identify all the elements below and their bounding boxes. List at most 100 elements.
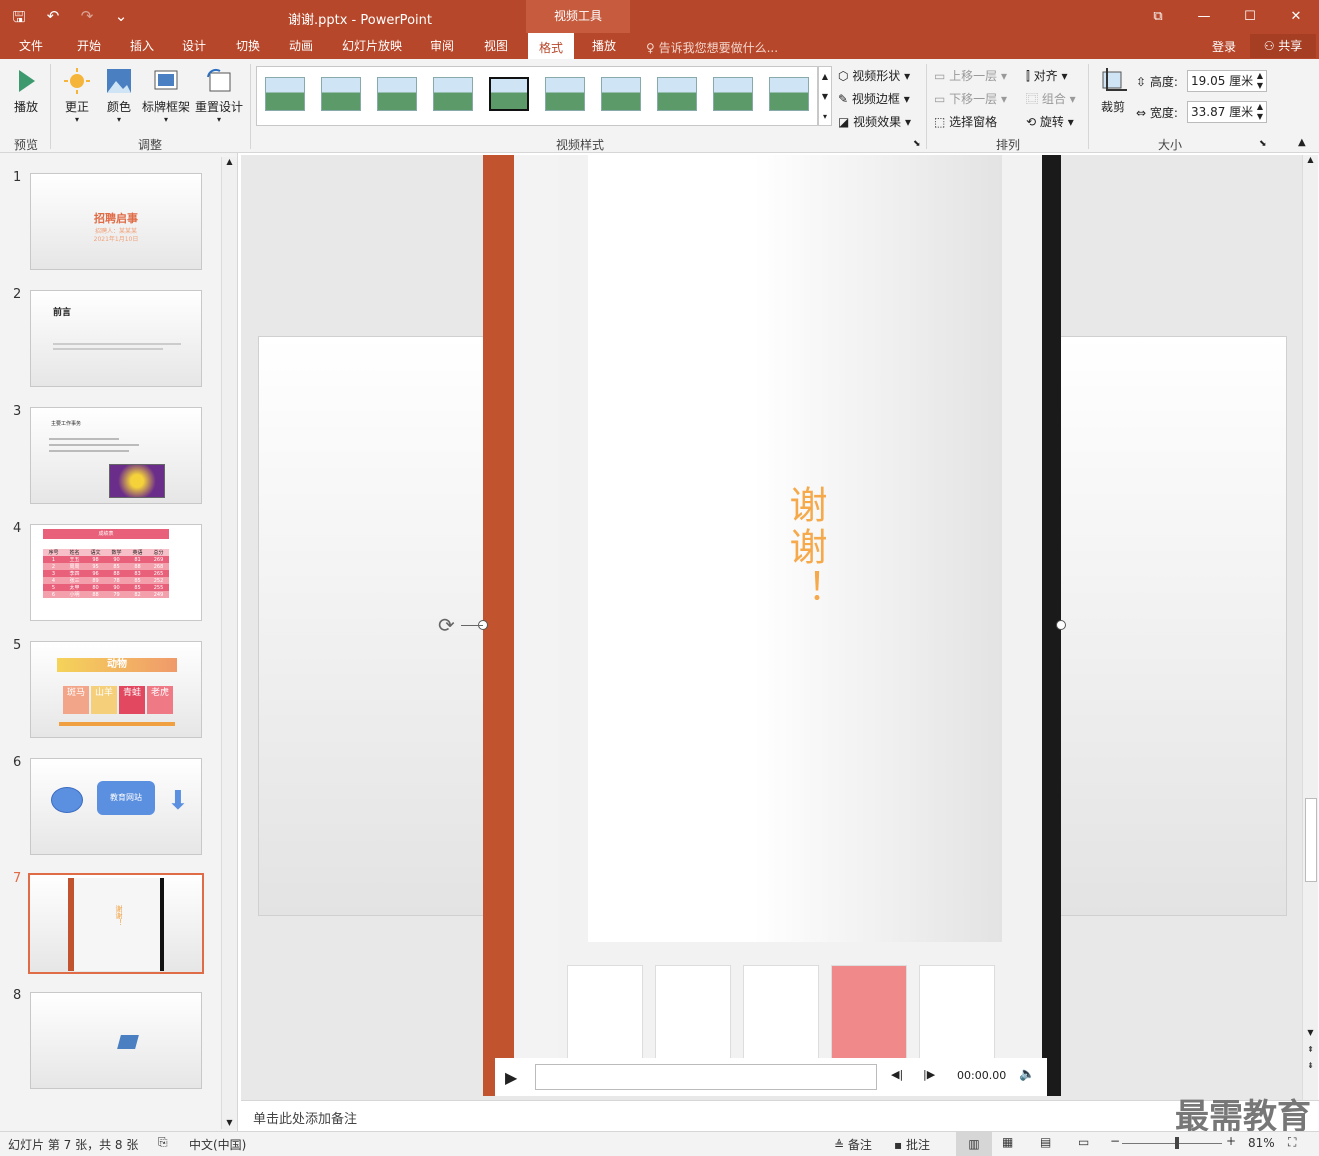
tab-format[interactable]: 格式: [528, 33, 574, 59]
gallery-scroll[interactable]: ▲ ▼ ▾: [818, 66, 832, 126]
video-style-1[interactable]: [265, 77, 305, 111]
zoom-out-icon[interactable]: −: [1110, 1134, 1120, 1148]
volume-icon[interactable]: 🔈: [1019, 1067, 1035, 1082]
zoom-slider-thumb[interactable]: [1174, 1137, 1179, 1149]
video-style-2[interactable]: [321, 77, 361, 111]
poster-frame-button[interactable]: 标牌框架 ▾: [140, 67, 192, 124]
bring-forward-button[interactable]: ▭ 上移一层 ▾: [934, 67, 1007, 84]
chevron-up-icon[interactable]: ▲: [819, 67, 831, 87]
slide-thumbnail-4[interactable]: 成绩表 序号 姓名 语文 数学 英语 总分 1 王五 98 90 81 269 2 周周 95 85 88 268…: [30, 524, 202, 621]
video-object[interactable]: 谢谢！ ▶ ◀| |▶ 00:00.00 🔈: [478, 155, 1066, 1096]
reading-view-icon[interactable]: ▤: [1040, 1135, 1051, 1149]
resize-handle[interactable]: [1056, 620, 1066, 630]
tab-insert[interactable]: 插入: [120, 33, 164, 59]
thumbnail-scrollbar[interactable]: ▲ ▼: [221, 157, 237, 1129]
zoom-slider[interactable]: [1122, 1137, 1222, 1149]
zoom-in-icon[interactable]: +: [1226, 1134, 1236, 1148]
customize-qat-icon[interactable]: ⌄: [112, 7, 130, 32]
prev-slide-icon[interactable]: ⇞: [1303, 1045, 1318, 1054]
correct-button[interactable]: 更正 ▾: [60, 67, 94, 124]
dialog-launcher-icon[interactable]: ⬊: [1259, 139, 1267, 149]
chevron-up-icon[interactable]: ▲: [1303, 155, 1318, 164]
send-backward-button[interactable]: ▭ 下移一层 ▾: [934, 90, 1007, 107]
spell-check-icon[interactable]: ⎘: [158, 1135, 168, 1150]
undo-icon[interactable]: ↶: [44, 7, 62, 32]
tab-animations[interactable]: 动画: [279, 33, 323, 59]
minimize-button[interactable]: —: [1181, 0, 1227, 33]
collapse-ribbon-icon[interactable]: ▲: [1298, 137, 1306, 148]
selection-pane-button[interactable]: ⬚ 选择窗格: [934, 113, 997, 130]
close-button[interactable]: ✕: [1273, 0, 1319, 33]
slide-thumbnail-6[interactable]: 教育网站 ⬇: [30, 758, 202, 855]
tell-me-search[interactable]: ♀ 告诉我您想要做什么...: [646, 39, 778, 56]
video-effects-button[interactable]: ◪ 视频效果 ▾: [838, 113, 911, 130]
slide-thumbnail-5[interactable]: 动物 斑马 山羊 青蛙 老虎: [30, 641, 202, 738]
crop-button[interactable]: 裁剪: [1096, 67, 1130, 115]
video-style-10[interactable]: [769, 77, 809, 111]
step-forward-icon[interactable]: |▶: [923, 1068, 935, 1081]
tab-design[interactable]: 设计: [172, 33, 216, 59]
chevron-down-icon[interactable]: ▼: [222, 1118, 237, 1127]
normal-view-icon[interactable]: ▥: [956, 1132, 992, 1156]
chevron-down-icon[interactable]: ▼: [819, 87, 831, 107]
rotate-button[interactable]: ⟲ 旋转 ▾: [1026, 113, 1074, 130]
slide-thumbnail-8[interactable]: [30, 992, 202, 1089]
save-icon[interactable]: 🖫: [10, 7, 28, 32]
comments-button[interactable]: ▪ 批注: [894, 1136, 930, 1153]
align-button[interactable]: ⫿ 对齐 ▾: [1026, 67, 1068, 84]
video-style-9[interactable]: [713, 77, 753, 111]
spinner-icon[interactable]: ▲ ▼: [1257, 102, 1263, 122]
play-button[interactable]: 播放: [10, 67, 42, 115]
width-input[interactable]: 33.87 厘米 ▲ ▼: [1187, 101, 1267, 123]
step-back-icon[interactable]: ◀|: [891, 1068, 903, 1081]
width-label: ⇔ 宽度:: [1136, 106, 1178, 120]
language-indicator[interactable]: 中文(中国): [189, 1136, 246, 1153]
gallery-more-icon[interactable]: ▾: [819, 107, 831, 127]
reset-design-button[interactable]: 重置设计 ▾: [194, 67, 244, 124]
chevron-up-icon[interactable]: ▲: [222, 157, 237, 166]
login-link[interactable]: 登录: [1212, 38, 1236, 55]
tab-slideshow[interactable]: 幻灯片放映: [336, 33, 408, 59]
zoom-level[interactable]: 81%: [1248, 1136, 1275, 1150]
scroll-thumb[interactable]: [1305, 798, 1317, 882]
play-icon[interactable]: ▶: [505, 1068, 517, 1087]
slide-thumbnail-7[interactable]: 谢谢！: [28, 873, 204, 974]
lightbulb-icon: ♀: [646, 41, 659, 55]
redo-icon[interactable]: ↷: [78, 7, 96, 32]
spinner-icon[interactable]: ▲ ▼: [1257, 71, 1263, 91]
slide-thumbnail-1[interactable]: 招聘启事 招聘人：某某某 2021年1月10日: [30, 173, 202, 270]
video-style-4[interactable]: [433, 77, 473, 111]
slide-thumbnail-2[interactable]: 前言: [30, 290, 202, 387]
next-slide-icon[interactable]: ⇟: [1303, 1061, 1318, 1070]
height-input[interactable]: 19.05 厘米 ▲ ▼: [1187, 70, 1267, 92]
fit-to-window-icon[interactable]: ⛶: [1288, 1135, 1296, 1150]
video-shape-button[interactable]: ⬡ 视频形状 ▾: [838, 67, 910, 84]
tab-playback[interactable]: 播放: [582, 33, 626, 59]
maximize-button[interactable]: ☐: [1227, 0, 1273, 33]
video-style-3[interactable]: [377, 77, 417, 111]
tab-home[interactable]: 开始: [66, 33, 112, 59]
tab-transitions[interactable]: 切换: [226, 33, 270, 59]
slideshow-view-icon[interactable]: ▭: [1078, 1135, 1089, 1149]
notes-button[interactable]: ≜ 备注: [834, 1136, 872, 1153]
rotate-handle-icon[interactable]: ⟳: [438, 613, 455, 637]
dialog-launcher-icon[interactable]: ⬊: [913, 139, 921, 149]
canvas-scrollbar[interactable]: ▲ ▼ ⇞ ⇟: [1302, 155, 1318, 1100]
share-button[interactable]: ⚇ 共享: [1250, 34, 1316, 58]
video-style-7[interactable]: [601, 77, 641, 111]
group-button[interactable]: ⿴ 组合 ▾: [1026, 90, 1076, 107]
notes-pane[interactable]: 单击此处添加备注 最需教育: [241, 1097, 1319, 1137]
color-button[interactable]: 颜色 ▾: [102, 67, 136, 124]
ribbon-display-icon[interactable]: ⧉: [1135, 0, 1181, 33]
slide-thumbnail-3[interactable]: 主要工作事务: [30, 407, 202, 504]
tab-review[interactable]: 审阅: [420, 33, 464, 59]
tab-view[interactable]: 视图: [474, 33, 518, 59]
video-progress-bar[interactable]: [535, 1064, 877, 1090]
tab-file[interactable]: 文件: [10, 33, 52, 59]
video-style-8[interactable]: [657, 77, 697, 111]
video-border-button[interactable]: ✎ 视频边框 ▾: [838, 90, 910, 107]
video-style-5[interactable]: [489, 77, 529, 111]
video-style-6[interactable]: [545, 77, 585, 111]
slide-sorter-icon[interactable]: ▦: [1002, 1135, 1013, 1149]
chevron-down-icon[interactable]: ▼: [1303, 1028, 1318, 1037]
